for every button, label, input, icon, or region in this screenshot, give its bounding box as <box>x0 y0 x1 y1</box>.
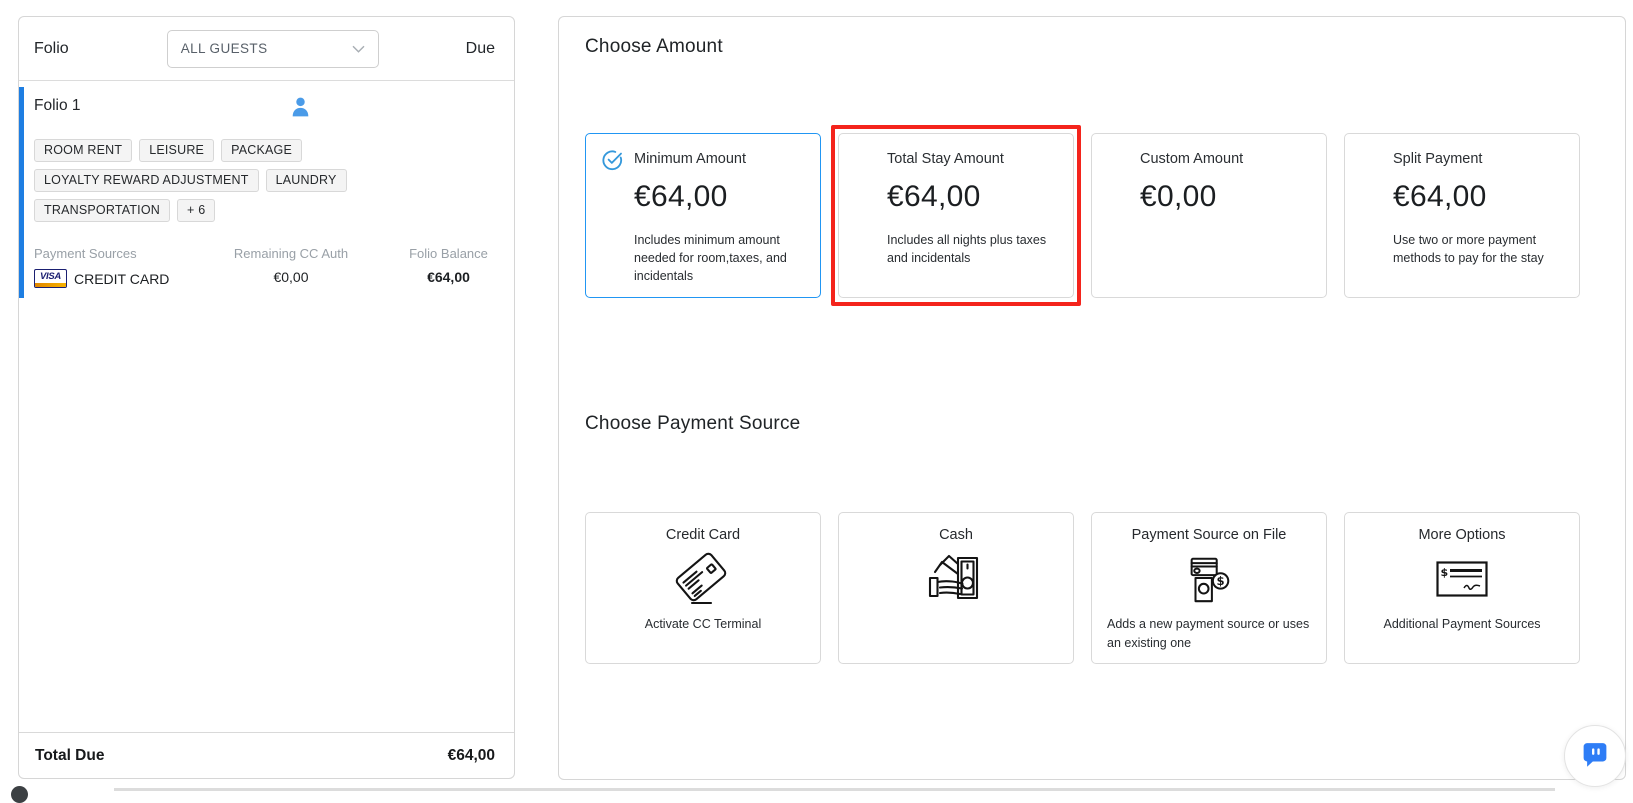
amount-option-value: €0,00 <box>1140 180 1312 214</box>
folio-name: Folio 1 <box>34 97 81 114</box>
tag-more-chip[interactable]: + 6 <box>177 199 215 222</box>
amount-option-total-stay[interactable]: Total Stay Amount €64,00 Includes all ni… <box>838 133 1074 298</box>
selected-folio-accent-bar <box>19 87 24 298</box>
clipped-avatar-circle <box>11 786 28 803</box>
source-option-description: Activate CC Terminal <box>586 615 820 634</box>
remaining-cc-auth-value: €0,00 <box>216 269 366 285</box>
card-on-file-icon: $ <box>1092 547 1326 611</box>
svg-text:$: $ <box>1441 566 1449 579</box>
tag-chip: ROOM RENT <box>34 139 132 162</box>
tag-chip: PACKAGE <box>221 139 302 162</box>
folio-panel-title: Folio <box>34 40 69 58</box>
source-option-description: Additional Payment Sources <box>1345 615 1579 634</box>
tag-chip: LAUNDRY <box>266 169 347 192</box>
source-option-on-file[interactable]: Payment Source on File $ Adds a new paym… <box>1091 512 1327 664</box>
total-due-label: Total Due <box>35 747 104 765</box>
tag-chip: LOYALTY REWARD ADJUSTMENT <box>34 169 259 192</box>
choose-amount-title: Choose Amount <box>585 37 1625 57</box>
folio-balance-value: €64,00 <box>401 269 496 285</box>
payment-sources-column: Payment Sources VISA CREDIT CARD <box>34 246 216 288</box>
payment-sources-label: Payment Sources <box>34 246 216 261</box>
svg-text:$: $ <box>1217 574 1225 588</box>
credit-card-icon <box>586 547 820 611</box>
total-due-value: €64,00 <box>448 747 495 765</box>
amount-option-value: €64,00 <box>634 180 806 214</box>
amount-option-title: Total Stay Amount <box>887 151 1059 167</box>
source-option-more[interactable]: More Options $ Additional Payment Source… <box>1344 512 1580 664</box>
folio-item[interactable]: Folio 1 ROOM RENT LEISURE PACKAGE LOYALT… <box>19 81 514 310</box>
choose-payment-source-title: Choose Payment Source <box>585 414 1625 434</box>
chat-bubble-icon <box>1581 740 1609 773</box>
guest-person-icon <box>292 97 309 122</box>
source-option-title: Credit Card <box>586 527 820 543</box>
folio-charge-tags: ROOM RENT LEISURE PACKAGE LOYALTY REWARD… <box>34 139 486 222</box>
amount-option-custom[interactable]: Custom Amount €0,00 <box>1091 133 1327 298</box>
folio-panel: Folio ALL GUESTS Due Folio 1 ROOM RENT L… <box>18 16 515 779</box>
remaining-cc-auth-column: Remaining CC Auth €0,00 <box>216 246 366 288</box>
guest-filter-value: ALL GUESTS <box>181 41 268 56</box>
remaining-cc-auth-label: Remaining CC Auth <box>216 246 366 261</box>
folio-balance-label: Folio Balance <box>401 246 496 261</box>
amount-option-description: Includes all nights plus taxes and incid… <box>887 231 1059 267</box>
amount-option-minimum[interactable]: Minimum Amount €64,00 Includes minimum a… <box>585 133 821 298</box>
folio-panel-header: Folio ALL GUESTS Due <box>19 17 514 81</box>
due-column-label: Due <box>466 40 495 58</box>
payment-source-row: Credit Card Activate CC Terminal <box>585 512 1625 664</box>
amount-option-title: Custom Amount <box>1140 151 1312 167</box>
amount-option-description: Includes minimum amount needed for room,… <box>634 231 806 285</box>
source-option-description: Adds a new payment source or uses an exi… <box>1092 615 1326 653</box>
folio-balance-column: Folio Balance €64,00 <box>366 246 496 288</box>
source-option-title: Payment Source on File <box>1092 527 1326 543</box>
source-option-cash[interactable]: Cash <box>838 512 1074 664</box>
payment-source-name: CREDIT CARD <box>74 271 169 287</box>
amount-option-title: Split Payment <box>1393 151 1565 167</box>
amount-option-title: Minimum Amount <box>634 151 806 167</box>
amount-option-value: €64,00 <box>1393 180 1565 214</box>
payment-panel: Choose Amount Minimum Amount €64,00 Incl… <box>558 16 1626 780</box>
guest-filter-select[interactable]: ALL GUESTS <box>167 30 379 68</box>
total-due-footer: Total Due €64,00 <box>19 732 514 778</box>
tag-chip: LEISURE <box>139 139 214 162</box>
source-option-title: Cash <box>839 527 1073 543</box>
source-option-title: More Options <box>1345 527 1579 543</box>
source-option-credit-card[interactable]: Credit Card Activate CC Terminal <box>585 512 821 664</box>
check-circle-icon <box>601 149 623 171</box>
chevron-down-icon <box>352 45 365 53</box>
chat-widget-button[interactable] <box>1564 725 1626 787</box>
cash-in-hand-icon <box>839 547 1073 611</box>
amount-options-row: Minimum Amount €64,00 Includes minimum a… <box>585 133 1625 298</box>
amount-option-description: Use two or more payment methods to pay f… <box>1393 231 1565 267</box>
visa-card-icon: VISA <box>34 269 67 288</box>
amount-option-value: €64,00 <box>887 180 1059 214</box>
tag-chip: TRANSPORTATION <box>34 199 170 222</box>
amount-option-split[interactable]: Split Payment €64,00 Use two or more pay… <box>1344 133 1580 298</box>
cheque-icon: $ <box>1345 547 1579 611</box>
